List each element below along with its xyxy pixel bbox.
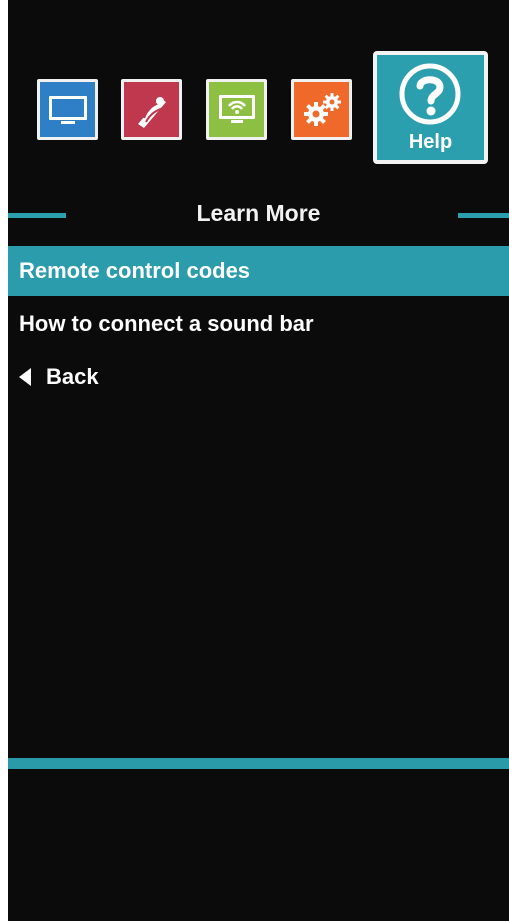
page-title: Learn More	[196, 200, 321, 226]
menu-list: Remote control codes How to connect a so…	[8, 246, 509, 402]
gears-icon	[303, 92, 341, 126]
network-icon	[218, 94, 255, 123]
header-divider-right	[458, 213, 509, 218]
tab-audio[interactable]	[121, 79, 182, 140]
monitor-icon	[48, 95, 87, 124]
tab-settings[interactable]	[291, 79, 352, 140]
speaker-icon	[137, 96, 166, 128]
help-label: Help	[408, 131, 453, 153]
help-question-icon	[399, 63, 461, 125]
menu-item-label: How to connect a sound bar	[19, 311, 314, 336]
tab-network[interactable]	[206, 79, 267, 140]
footer-divider	[8, 758, 509, 769]
back-button[interactable]: Back	[8, 352, 509, 402]
tv-menu-screen: Help Learn More Remote control codes How…	[8, 0, 509, 921]
menu-item-sound-bar[interactable]: How to connect a sound bar	[8, 299, 509, 349]
back-label: Back	[46, 364, 99, 389]
back-arrow-icon	[19, 368, 31, 386]
menu-item-remote-control-codes[interactable]: Remote control codes	[8, 246, 509, 296]
menu-item-label: Remote control codes	[19, 258, 251, 283]
tab-tv[interactable]	[37, 79, 98, 140]
tab-help[interactable]: Help	[373, 51, 488, 164]
category-tabs: Help	[8, 0, 509, 195]
